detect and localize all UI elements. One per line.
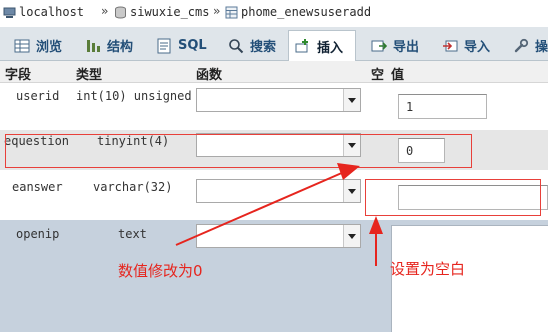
tab-operations[interactable]: 操 — [507, 30, 548, 61]
tab-insert-label: 插入 — [317, 40, 344, 56]
field-name: openip — [16, 227, 60, 241]
tab-import-label: 导入 — [464, 40, 491, 55]
tab-bar: 浏览 结构 SQL 搜索 插入 导出 导入 操 — [0, 27, 548, 61]
annotation-right: 设置为空白 — [390, 260, 466, 278]
export-icon — [371, 40, 387, 51]
tab-export-label: 导出 — [393, 40, 420, 55]
header-value: 值 — [391, 68, 405, 83]
tab-import[interactable]: 导入 — [436, 30, 496, 61]
phpmyadmin-insert-page: localhost » siwuxie_cms » phome_enewsuse… — [0, 0, 548, 332]
import-icon — [443, 40, 458, 51]
breadcrumb-separator: » — [101, 4, 109, 18]
sql-icon — [157, 38, 171, 53]
table-row: openip text — [0, 220, 548, 332]
breadcrumb-separator: » — [213, 4, 221, 18]
tab-search-label: 搜索 — [250, 40, 277, 55]
highlight-box-row — [5, 134, 472, 168]
database-icon — [115, 6, 126, 19]
highlight-box-value — [365, 179, 541, 216]
header-field: 字段 — [5, 68, 32, 83]
function-select[interactable] — [196, 88, 361, 112]
function-select[interactable] — [196, 224, 361, 248]
tab-browse[interactable]: 浏览 — [8, 30, 68, 61]
browse-icon — [14, 39, 30, 52]
tab-sql-label: SQL — [178, 38, 207, 53]
breadcrumb-server[interactable]: localhost — [3, 5, 84, 19]
function-select[interactable] — [196, 179, 361, 203]
insert-icon — [295, 39, 308, 53]
breadcrumb-database-label: siwuxie_cms — [130, 5, 210, 19]
tab-structure[interactable]: 结构 — [79, 30, 139, 61]
header-function: 函数 — [196, 68, 223, 83]
value-input[interactable]: 1 — [398, 94, 487, 119]
header-type: 类型 — [76, 68, 103, 83]
breadcrumb-table[interactable]: phome_enewsuseradd — [225, 5, 371, 19]
chevron-down-icon[interactable] — [343, 180, 360, 202]
header-null: 空 — [371, 68, 385, 83]
tab-export[interactable]: 导出 — [365, 30, 425, 61]
tab-structure-label: 结构 — [107, 40, 134, 55]
tab-search[interactable]: 搜索 — [222, 30, 282, 61]
tab-sql[interactable]: SQL — [150, 30, 213, 61]
tab-browse-label: 浏览 — [36, 40, 63, 55]
server-icon — [3, 7, 16, 18]
annotation-left: 数值修改为0 — [118, 262, 203, 280]
breadcrumb-table-label: phome_enewsuseradd — [241, 5, 372, 19]
field-name: eanswer — [12, 180, 63, 194]
table-header: 字段 类型 函数 空 值 — [0, 61, 548, 83]
search-icon — [229, 38, 244, 53]
field-name: userid — [16, 89, 60, 103]
breadcrumb: localhost » siwuxie_cms » phome_enewsuse… — [0, 0, 548, 26]
table-row: userid int(10) unsigned 1 — [0, 83, 548, 130]
field-type: int(10) unsigned — [76, 89, 192, 103]
breadcrumb-database[interactable]: siwuxie_cms — [114, 5, 209, 19]
table-icon — [225, 6, 238, 18]
structure-icon — [87, 39, 100, 52]
tab-insert[interactable]: 插入 — [288, 30, 356, 61]
chevron-down-icon[interactable] — [343, 225, 360, 247]
chevron-down-icon[interactable] — [343, 89, 360, 111]
tab-operations-label: 操 — [535, 40, 548, 55]
field-type: text — [118, 227, 147, 241]
wrench-icon — [514, 38, 529, 52]
breadcrumb-server-label: localhost — [19, 5, 85, 19]
field-type: varchar(32) — [93, 180, 173, 194]
